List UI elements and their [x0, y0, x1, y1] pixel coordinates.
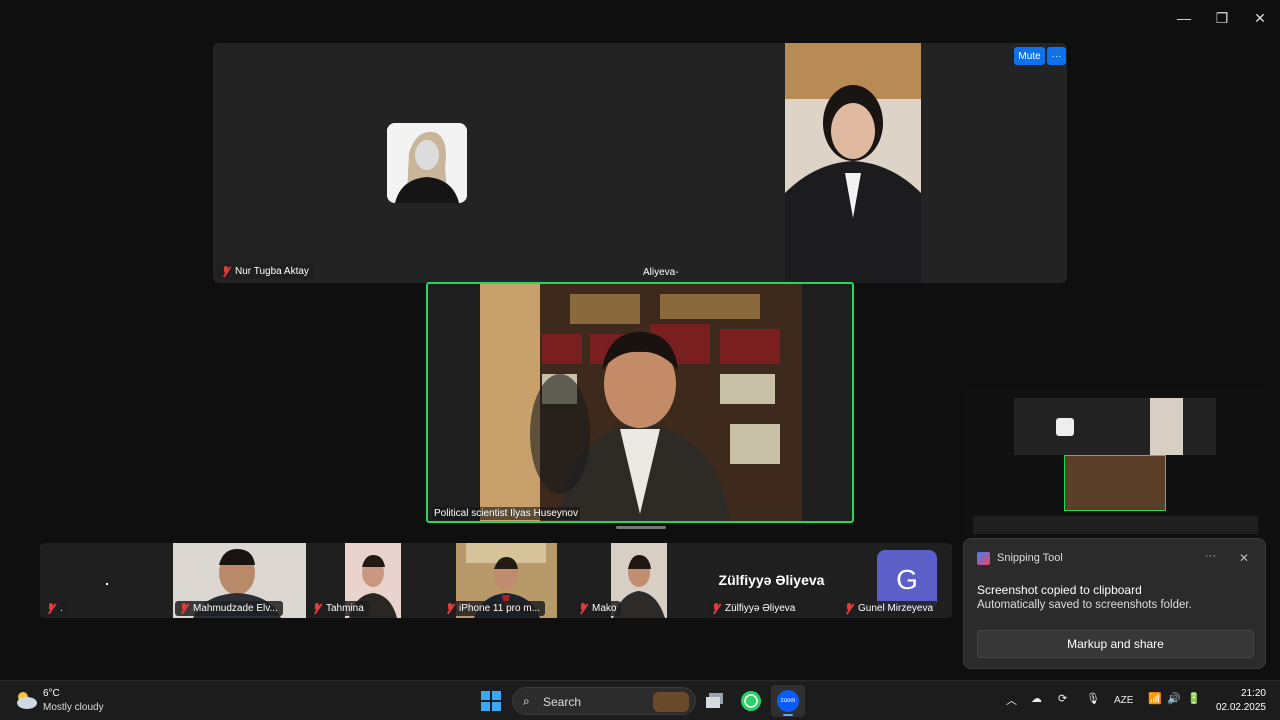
participant-tile[interactable]: Mahmudzade Elv... [173, 543, 306, 618]
notification-app-name: Snipping Tool [997, 552, 1063, 564]
participant-name: Mahmudzade Elv... [193, 603, 278, 614]
battery-icon[interactable]: 🔋 [1187, 692, 1201, 705]
participant-name-label: Tahmina [308, 601, 369, 616]
mic-muted-icon [221, 266, 231, 277]
task-view-icon[interactable] [703, 689, 727, 713]
participant-name-label: iPhone 11 pro m... [441, 601, 545, 616]
mute-button[interactable]: Mute [1014, 47, 1045, 65]
participant-name-label: . [42, 601, 68, 616]
search-icon: ⌕ [523, 694, 530, 708]
language-indicator[interactable]: AZE [1114, 695, 1133, 706]
notification-close-button[interactable]: ✕ [1239, 551, 1249, 565]
weather-description[interactable]: Mostly cloudy [43, 702, 104, 713]
thumbnail-top-panel [1014, 398, 1216, 455]
notification-body: Automatically saved to screenshots folde… [977, 599, 1192, 611]
mic-muted-icon [844, 603, 854, 614]
participant-video [785, 43, 921, 283]
participant-name: Tahmina [326, 603, 364, 614]
participant-tile[interactable]: iPhone 11 pro m... [439, 543, 572, 618]
participant-display-name: Zülfiyyə Əliyeva [718, 572, 825, 588]
restore-button[interactable]: ❐ [1204, 6, 1240, 30]
dot [106, 583, 108, 585]
speaker-name-label: Political scientist Ilyas Huseynov [432, 507, 580, 520]
thumbnail-video [1150, 398, 1183, 455]
participant-tile[interactable]: Tahmina [306, 543, 439, 618]
close-window-button[interactable]: ✕ [1242, 6, 1278, 30]
weather-temperature[interactable]: 6°C [43, 688, 60, 699]
zoom-app-icon: zoom [777, 690, 799, 712]
notification-title: Screenshot copied to clipboard [977, 583, 1142, 597]
zoom-taskbar-button[interactable]: zoom [771, 685, 805, 717]
participant-tile[interactable]: G Gunel Mirzeyeva [838, 543, 952, 618]
taskbar: 6°C Mostly cloudy ⌕ Search zoom ︿ ☁ ⟳ 🎙 … [0, 680, 1280, 720]
more-options-button[interactable]: ··· [1047, 47, 1066, 65]
participant-tile[interactable]: Zülfiyyə Əliyeva Zülfiyyə Əliyeva [705, 543, 838, 618]
wifi-icon[interactable]: 📶 [1148, 692, 1162, 705]
participant-name: Nur Tugba Aktay [235, 266, 309, 277]
whatsapp-icon[interactable] [739, 689, 763, 713]
active-speaker-video: Political scientist Ilyas Huseynov [426, 282, 854, 523]
search-placeholder: Search [543, 695, 582, 709]
thumbnail-preview-window[interactable] [963, 388, 1265, 538]
mic-muted-icon [578, 603, 588, 614]
microphone-icon[interactable]: 🎙 [1086, 692, 1100, 705]
mic-muted-icon [312, 603, 322, 614]
participant-name: Mako [592, 603, 617, 614]
thumbnail-strip [973, 516, 1258, 534]
participant-name-label: Gunel Mirzeyeva [840, 601, 939, 616]
mic-muted-icon [46, 603, 56, 614]
chevron-up-icon[interactable]: ︿ [1006, 692, 1017, 708]
mic-muted-icon [711, 603, 721, 614]
volume-icon[interactable]: 🔊 [1167, 692, 1181, 705]
thumbnail-avatar [1056, 418, 1074, 436]
active-app-indicator [783, 714, 793, 716]
participant-name: iPhone 11 pro m... [459, 603, 540, 614]
participant-name-label: Mako [574, 601, 622, 616]
clock-time[interactable]: 21:20 [1226, 688, 1266, 699]
participant-tile[interactable]: . [40, 543, 173, 618]
markup-and-share-button[interactable]: Markup and share [977, 630, 1254, 658]
participant-name-label: Nur Tugba Aktay [217, 264, 314, 279]
resize-handle[interactable] [616, 526, 666, 529]
participant-name: Zülfiyyə Əliyeva [725, 603, 796, 614]
participant-strip: . Mahmudzade Elv... Tahmina iPhone 11 pr… [40, 543, 952, 618]
participant-avatar-photo [387, 123, 467, 203]
snipping-tool-notification[interactable]: Snipping Tool ··· ✕ Screenshot copied to… [963, 538, 1266, 669]
taskbar-search-box[interactable]: ⌕ Search [512, 687, 696, 715]
participant-name: Gunel Mirzeyeva [858, 603, 934, 614]
mic-muted-icon [445, 603, 455, 614]
thumbnail-speaker [1064, 455, 1166, 511]
snipping-tool-icon [977, 552, 990, 565]
cloudy-weather-icon [14, 689, 38, 711]
top-video-panel: Nur Tugba Aktay Aliyeva- Mute ··· [213, 43, 1067, 283]
windows-start-icon[interactable] [479, 689, 503, 713]
participant-name-label: Zülfiyyə Əliyeva [707, 601, 801, 616]
mic-muted-icon [179, 603, 189, 614]
participant-name: Aliyeva- [643, 267, 679, 278]
participant-name-label: Mahmudzade Elv... [175, 601, 283, 616]
participant-name: . [60, 603, 63, 614]
cloud-icon[interactable]: ☁ [1031, 692, 1042, 705]
participant-tile[interactable]: Mako [572, 543, 705, 618]
notification-more-button[interactable]: ··· [1205, 550, 1216, 562]
minimize-button[interactable]: — [1166, 6, 1202, 30]
sync-icon[interactable]: ⟳ [1058, 692, 1067, 705]
clock-date[interactable]: 02.02.2025 [1208, 702, 1266, 713]
search-highlight-image [653, 692, 689, 712]
